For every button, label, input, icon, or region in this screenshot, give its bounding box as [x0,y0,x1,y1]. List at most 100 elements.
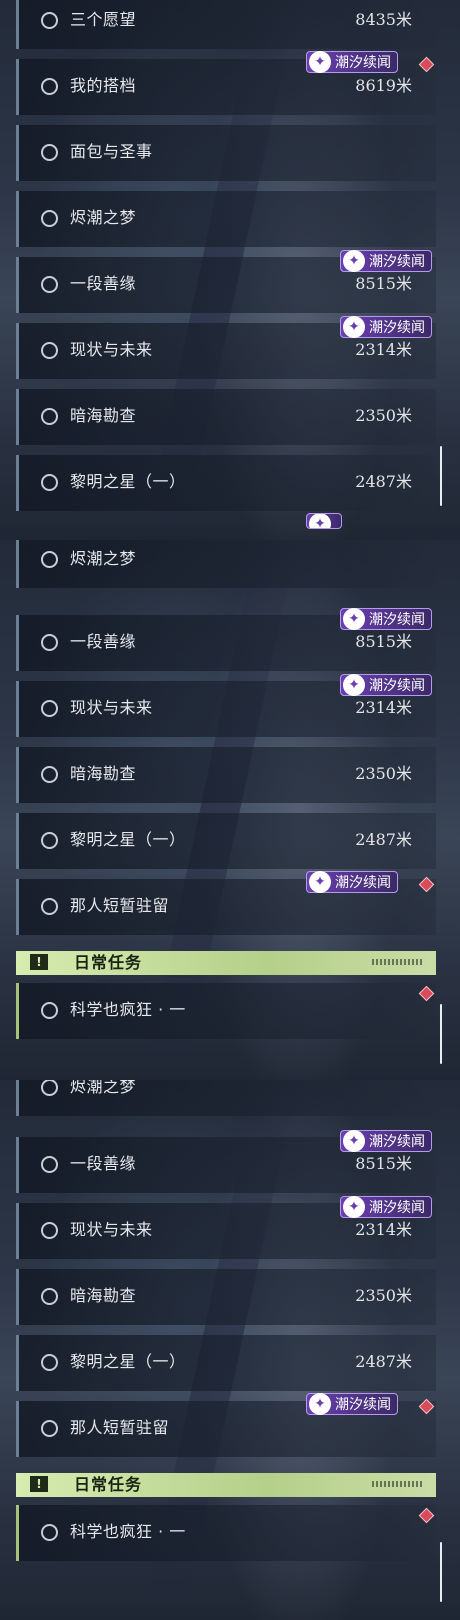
badge-label: 潮汐续闻 [335,55,391,71]
radio-icon[interactable] [41,78,58,95]
quest-title: 烬潮之梦 [70,549,137,568]
radio-icon[interactable] [41,1156,58,1173]
badge-label: 潮汐续闻 [369,1134,425,1150]
quest-item[interactable]: 科学也疯狂 · 一 [16,983,436,1039]
quest-item[interactable]: 黎明之星（一） 2487米 [16,1335,436,1391]
radio-icon[interactable] [41,1288,58,1305]
quest-item[interactable]: 科学也疯狂 · 一 [16,1505,436,1561]
radio-icon[interactable] [41,342,58,359]
quest-title: 三个愿望 [70,10,137,29]
scrollbar-thumb[interactable] [440,1542,442,1602]
tide-event-badge: ✦ 潮汐续闻 [340,250,432,272]
sparkle-icon: ✦ [343,674,365,696]
badge-label: 潮汐续闻 [335,875,391,891]
quest-title: 黎明之星（一） [70,1352,186,1371]
badge-label: 潮汐续闻 [369,1200,425,1216]
quest-title: 我的搭档 [70,76,137,95]
tide-event-badge: ✦ 潮汐续闻 [340,608,432,630]
radio-icon[interactable] [41,474,58,491]
quest-title: 面包与圣事 [70,142,153,161]
radio-icon[interactable] [41,210,58,227]
radio-icon[interactable] [41,634,58,651]
badge-label: 潮汐续闻 [335,1397,391,1413]
quest-item[interactable]: 三个愿望 8435米 [16,0,436,49]
tide-event-badge: ✦ 潮汐续闻 [340,316,432,338]
quest-title: 暗海勘查 [70,764,137,783]
radio-icon[interactable] [41,1524,58,1541]
quest-title: 黎明之星（一） [70,472,186,491]
badge-label: 潮汐续闻 [369,254,425,270]
radio-icon[interactable] [41,1420,58,1437]
quest-item[interactable]: 烬潮之梦 [16,191,436,247]
tide-event-badge: ✦ 潮汐续闻 [306,871,398,893]
header-decoration [372,959,422,965]
exclamation-icon: ! [30,1476,48,1492]
quest-title: 烬潮之梦 [70,208,137,227]
quest-distance: 2350米 [355,406,412,425]
quest-item[interactable]: 烬潮之梦 [16,1080,436,1116]
sparkle-icon: ✦ [343,250,365,272]
sparkle-icon: ✦ [343,608,365,630]
quest-distance: 2350米 [355,1286,412,1305]
radio-icon[interactable] [41,766,58,783]
quest-distance: 2487米 [355,1352,412,1371]
badge-label: 潮汐续闻 [369,678,425,694]
scrollbar-thumb[interactable] [440,446,442,506]
quest-item[interactable]: 黎明之星（一） 2487米 [16,455,436,511]
radio-icon[interactable] [41,700,58,717]
quest-distance: 8515米 [355,632,412,651]
scrollbar-thumb[interactable] [440,1004,442,1064]
radio-icon[interactable] [41,551,58,568]
daily-quests-label: 日常任务 [74,953,143,972]
radio-icon[interactable] [41,898,58,915]
quest-title: 现状与未来 [70,698,153,717]
badge-label: 潮汐续闻 [369,320,425,336]
quest-distance: 8515米 [355,1154,412,1173]
quest-distance: 2350米 [355,764,412,783]
sparkle-icon: ✦ [309,871,331,893]
radio-icon[interactable] [41,832,58,849]
quest-title: 科学也疯狂 · 一 [70,1000,186,1019]
radio-icon[interactable] [41,1354,58,1371]
header-decoration [372,1481,422,1487]
sparkle-icon: ✦ [309,1393,331,1415]
quest-item[interactable]: 暗海勘查 2350米 [16,389,436,445]
badge-label: 潮汐续闻 [369,612,425,628]
radio-icon[interactable] [41,144,58,161]
quest-title: 黎明之星（一） [70,830,186,849]
quest-title: 现状与未来 [70,1220,153,1239]
quest-item[interactable]: 面包与圣事 [16,125,436,181]
quest-item[interactable]: 暗海勘查 2350米 [16,1269,436,1325]
sparkle-icon: ✦ [343,1196,365,1218]
quest-title: 一段善缘 [70,632,137,651]
quest-distance: 2487米 [355,830,412,849]
quest-distance: 2487米 [355,472,412,491]
quest-item[interactable]: 黎明之星（一） 2487米 [16,813,436,869]
daily-quests-header: ! 日常任务 [16,1473,436,1497]
daily-quests-header: ! 日常任务 [16,951,436,975]
radio-icon[interactable] [41,1222,58,1239]
quest-item[interactable]: 烬潮之梦 [16,540,436,588]
quest-distance: 8619米 [355,76,412,95]
quest-title: 那人短暂驻留 [70,1418,170,1437]
radio-icon[interactable] [41,276,58,293]
quest-list-panel-3: 烬潮之梦 一段善缘 8515米 ✦ 潮汐续闻 现状与未来 2314米 ✦ 潮汐续… [0,1080,460,1620]
tide-event-badge: ✦ [306,513,342,529]
radio-icon[interactable] [41,1080,58,1096]
quest-list-panel-1: 三个愿望 8435米 我的搭档 8619米 ✦ 潮汐续闻 面包与圣事 烬潮之梦 … [0,0,460,540]
quest-title: 一段善缘 [70,1154,137,1173]
tide-event-badge: ✦ 潮汐续闻 [340,1130,432,1152]
quest-title: 一段善缘 [70,274,137,293]
tide-event-badge: ✦ 潮汐续闻 [340,674,432,696]
quest-distance: 2314米 [355,1220,412,1239]
radio-icon[interactable] [41,12,58,29]
quest-title: 暗海勘查 [70,1286,137,1305]
radio-icon[interactable] [41,408,58,425]
daily-quests-label: 日常任务 [74,1475,143,1494]
sparkle-icon: ✦ [309,51,331,73]
quest-distance: 2314米 [355,340,412,359]
quest-item[interactable]: 暗海勘查 2350米 [16,747,436,803]
sparkle-icon: ✦ [309,514,331,528]
tide-event-badge: ✦ 潮汐续闻 [306,51,398,73]
radio-icon[interactable] [41,1002,58,1019]
